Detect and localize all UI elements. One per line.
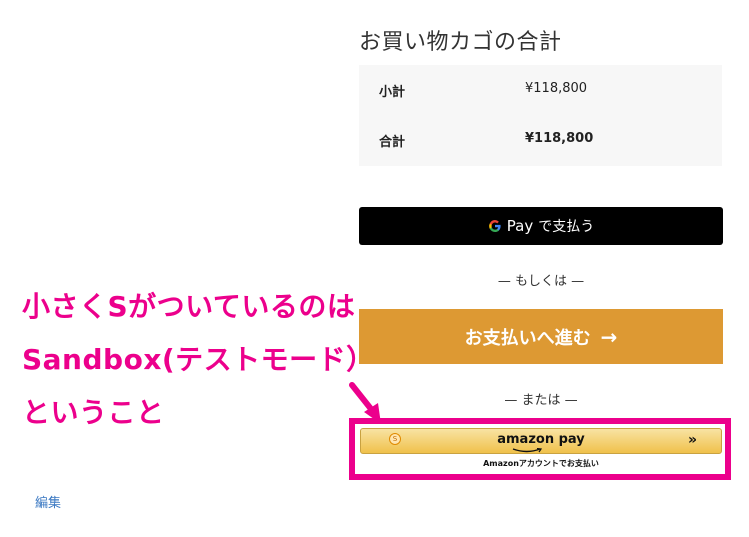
annotation-arrow-icon <box>349 382 381 424</box>
edit-link[interactable]: 編集 <box>35 492 61 511</box>
